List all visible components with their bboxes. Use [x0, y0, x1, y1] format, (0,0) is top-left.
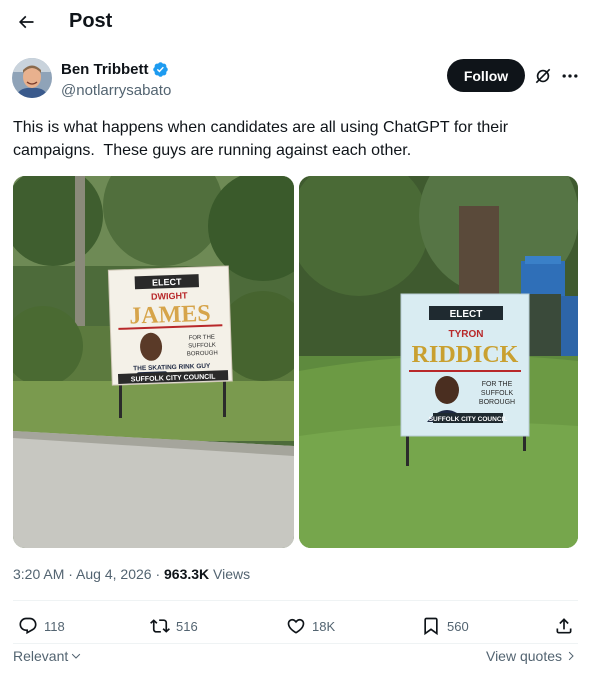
sign2-last-name-text: RIDDICK	[412, 342, 519, 368]
divider	[13, 643, 578, 644]
page-title: Post	[69, 10, 113, 32]
view-quotes-link[interactable]: View quotes	[486, 648, 577, 664]
like-count: 18K	[312, 618, 336, 634]
reply-count: 118	[44, 618, 65, 634]
chevron-right-icon	[568, 651, 574, 661]
sign-line3-text: BOROUGH	[187, 350, 218, 357]
sign2-line3-text: BOROUGH	[479, 399, 515, 406]
repost-icon	[150, 619, 170, 633]
divider	[13, 600, 578, 601]
bookmark-button[interactable]: 560	[421, 614, 469, 638]
author-name[interactable]: Ben Tribbett	[61, 61, 169, 78]
follow-button[interactable]: Follow	[447, 59, 525, 92]
repost-button[interactable]: 516	[150, 614, 198, 638]
sign-first-name-text: DWIGHT	[151, 290, 188, 301]
sign2-first-name-text: TYRON	[449, 329, 484, 340]
meta-separator: ·	[64, 566, 77, 582]
bookmark-icon	[424, 617, 438, 636]
heart-icon	[287, 618, 305, 634]
sort-replies-dropdown[interactable]: Relevant	[13, 648, 82, 664]
sign2-council-text: SUFFOLK CITY COUNCIL	[429, 416, 508, 423]
page-header: Post	[0, 0, 593, 44]
meta-separator: ·	[151, 566, 165, 582]
view-quotes-label: View quotes	[485, 648, 562, 664]
arrow-left-icon	[18, 15, 34, 29]
grok-icon[interactable]	[533, 66, 553, 86]
author-name-text: Ben Tribbett	[61, 61, 149, 78]
views-label: Views	[209, 566, 251, 582]
more-icon[interactable]	[560, 66, 580, 86]
sort-label: Relevant	[13, 648, 69, 664]
share-button[interactable]	[554, 614, 574, 638]
tweet-text: This is what happens when candidates are…	[13, 119, 513, 159]
back-button[interactable]	[12, 8, 40, 36]
chevron-down-icon	[72, 653, 81, 659]
sign2-line2-text: SUFFOLK	[481, 390, 514, 397]
like-button[interactable]: 18K	[286, 614, 335, 638]
sign2-elect-text: ELECT	[450, 309, 483, 320]
avatar[interactable]	[12, 58, 52, 98]
repost-count: 516	[176, 618, 198, 634]
tweet-photo-1[interactable]: ELECT DWIGHT JAMES FOR THE SUFFOLK BOROU…	[13, 176, 294, 548]
post-meta: 3:20 AM · Aug 4, 2026 · 963.3K Views	[13, 566, 250, 582]
post-time[interactable]: 3:20 AM	[13, 566, 64, 582]
sign2-line1-text: FOR THE	[482, 381, 513, 388]
views-count: 963.3K	[164, 566, 210, 582]
share-icon	[556, 618, 572, 634]
author-handle[interactable]: @notlarrysabato	[61, 82, 171, 99]
sign-elect-text: ELECT	[152, 277, 182, 288]
tweet-photo-2[interactable]: ELECT TYRON RIDDICK FOR THE SUFFOLK BORO…	[299, 176, 578, 548]
sign-line1-text: FOR THE	[189, 335, 215, 342]
reply-button[interactable]: 118	[18, 614, 65, 638]
sign-line2-text: SUFFOLK	[188, 343, 216, 350]
verified-badge-icon	[152, 62, 168, 77]
post-date[interactable]: Aug 4, 2026	[76, 566, 152, 582]
bookmark-count: 560	[447, 618, 469, 634]
reply-icon	[19, 617, 37, 635]
